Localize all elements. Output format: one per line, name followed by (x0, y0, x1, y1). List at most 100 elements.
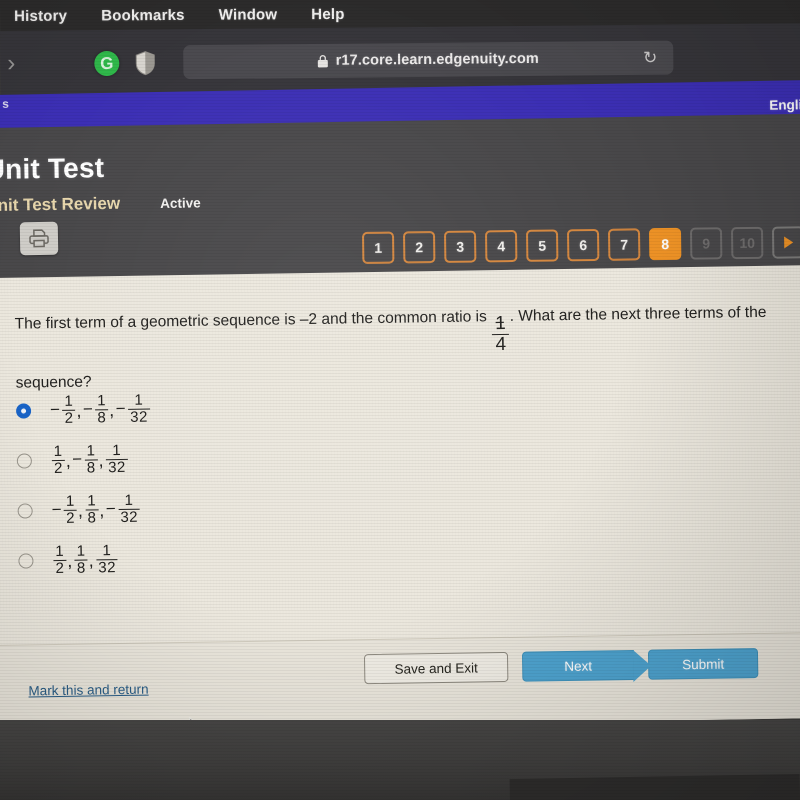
comma-separator: , (65, 451, 72, 472)
menu-item-history[interactable]: History (14, 7, 67, 24)
fraction-numerator: 1 (124, 491, 134, 509)
fraction: 1 32 (128, 391, 151, 425)
address-bar[interactable]: r17.core.learn.edgenuity.com ↻ (183, 40, 674, 80)
option-a-value: −1 2, −1 8, −1 32 (49, 391, 151, 427)
option-b-value: 1 2, −1 8, 1 32 (51, 441, 129, 477)
fraction-denominator: 2 (64, 509, 78, 527)
comma-separator: , (109, 400, 115, 421)
address-bar-url: r17.core.learn.edgenuity.com (335, 50, 539, 69)
radio-option-b[interactable] (16, 452, 32, 469)
fraction-denominator: 2 (62, 409, 76, 427)
pager-button-7[interactable]: 7 (607, 228, 641, 261)
fraction-denominator: 8 (84, 458, 98, 477)
submit-button[interactable]: Submit (647, 648, 759, 680)
pager-button-3[interactable]: 3 (443, 230, 477, 263)
minus-sign-icon: − (49, 399, 61, 420)
submit-label: Submit (682, 656, 725, 672)
pager-button-2[interactable]: 2 (402, 231, 436, 264)
lock-icon (318, 54, 329, 67)
print-button[interactable] (19, 221, 59, 256)
fraction-denominator: 8 (85, 508, 99, 527)
fraction-denominator: 32 (106, 458, 128, 476)
menu-item-window[interactable]: Window (219, 6, 278, 23)
radio-option-a[interactable] (15, 402, 32, 419)
language-selector[interactable]: Engli (769, 97, 800, 113)
lesson-subrow: Unit Test Review Active (0, 192, 201, 216)
ratio-sign-numerator: 1− (494, 312, 506, 334)
fraction-denominator: 2 (53, 559, 67, 577)
play-arrow-icon (783, 236, 793, 249)
extension-icons: G (94, 50, 155, 76)
answer-option-row[interactable]: −1 2, 1 8, −1 32 (17, 479, 438, 536)
lesson-subtitle: Unit Test Review (0, 193, 121, 216)
comma-separator: , (77, 500, 84, 521)
fraction-numerator: 1 (76, 542, 86, 560)
ratio-denominator: 4 (492, 333, 510, 355)
question-card: The first term of a geometric sequence i… (0, 265, 800, 731)
minus-sign-icon: − (82, 399, 94, 419)
fraction-denominator: 32 (96, 558, 119, 576)
lesson-header-text: Unit Test Unit Test Review Active (0, 150, 201, 216)
grammarly-extension-icon[interactable]: G (94, 50, 120, 76)
menu-item-bookmarks[interactable]: Bookmarks (101, 6, 185, 24)
answer-option-row[interactable]: −1 2, −1 8, −1 32 (15, 379, 437, 436)
question-text-part-1: The first term of a geometric sequence i… (14, 308, 492, 333)
reload-icon[interactable]: ↻ (643, 48, 657, 67)
shield-extension-icon[interactable] (135, 50, 155, 75)
next-arrow-icon (632, 649, 652, 682)
fraction: 18 (95, 391, 109, 426)
question-footer: Mark this and return Save and Exit Next … (0, 632, 800, 731)
option-d-value: 1 2, 1 8, 1 32 (52, 541, 119, 577)
fraction: 18 (84, 442, 98, 477)
fraction-numerator: 1 (53, 442, 63, 460)
minus-sign-icon: − (51, 499, 63, 520)
pager-button-1[interactable]: 1 (362, 231, 395, 264)
fraction-numerator: 1 (97, 391, 107, 410)
pager-button-6[interactable]: 6 (566, 228, 600, 262)
ratio-minus-sign-icon: − (494, 312, 505, 332)
pager-button-8[interactable]: 8 (648, 227, 682, 261)
pager-button-4[interactable]: 4 (484, 229, 518, 263)
printer-icon (29, 229, 49, 248)
fraction-numerator: 1 (87, 492, 97, 510)
fraction-numerator: 1 (102, 541, 112, 560)
pager-next-button[interactable] (771, 226, 800, 259)
chevron-right-icon[interactable]: › (0, 50, 22, 77)
fraction-numerator: 1 (55, 542, 65, 560)
next-label: Next (564, 658, 593, 674)
minus-sign-icon: − (105, 499, 117, 519)
fraction-numerator: 1 (65, 492, 75, 510)
fraction-numerator: 1 (134, 391, 144, 409)
fraction: 1 32 (106, 441, 128, 476)
question-ratio-fraction: 1−4 (492, 312, 510, 355)
fraction-denominator: 32 (118, 508, 141, 526)
fraction-numerator: 1 (112, 441, 122, 459)
pager-button-10: 10 (730, 226, 764, 260)
fraction-numerator: 1 (64, 392, 74, 410)
radio-option-d[interactable] (18, 552, 34, 569)
save-and-exit-button[interactable]: Save and Exit (363, 651, 509, 685)
monitor-bezel-shadow (509, 774, 800, 800)
fraction: 1 32 (96, 541, 119, 576)
next-button[interactable]: Next (521, 649, 652, 682)
mark-this-and-return-link[interactable]: Mark this and return (28, 682, 148, 699)
fraction-numerator: 1 (86, 442, 96, 460)
radio-option-c[interactable] (17, 502, 33, 519)
page-title: Unit Test (0, 152, 105, 186)
fraction: 18 (74, 542, 88, 576)
fraction: 18 (85, 492, 99, 527)
fraction: 12 (53, 542, 67, 577)
menu-item-help[interactable]: Help (311, 5, 344, 22)
footer-buttons: Save and Exit Next Submit (363, 648, 759, 685)
pager-button-9: 9 (689, 227, 723, 260)
answer-option-row[interactable]: 1 2, 1 8, 1 32 (18, 529, 439, 586)
comma-separator: , (98, 450, 105, 471)
radio-selected-dot (21, 407, 27, 414)
comma-separator: , (67, 551, 73, 572)
answer-options: −1 2, −1 8, −1 32 1 2, −1 8, 1 32−1 2, 1 8, −1 32 1 2, 1 8, 1… (15, 379, 439, 586)
fraction: 1 32 (118, 491, 141, 526)
app-bar-left-fragment: s (2, 96, 9, 111)
answer-option-row[interactable]: 1 2, −1 8, 1 32 (16, 429, 437, 486)
fraction: 12 (64, 492, 78, 527)
pager-button-5[interactable]: 5 (525, 229, 559, 262)
